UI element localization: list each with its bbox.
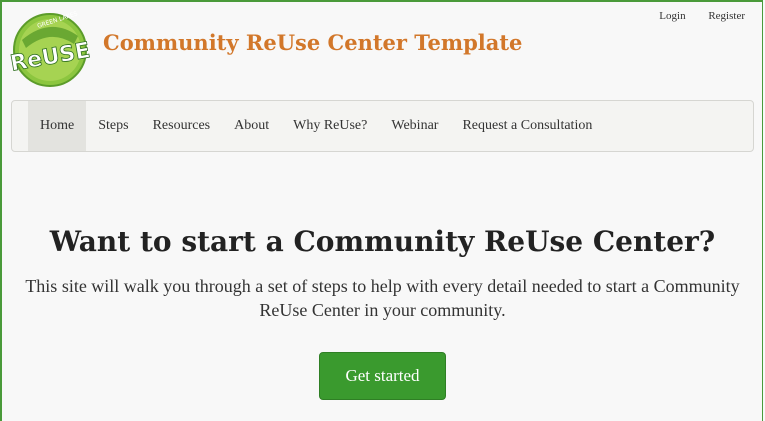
hero-description: This site will walk you through a set of… bbox=[25, 276, 740, 320]
get-started-button[interactable]: Get started bbox=[319, 352, 446, 400]
nav-item-steps[interactable]: Steps bbox=[86, 101, 140, 151]
login-link[interactable]: Login bbox=[659, 10, 685, 22]
register-link[interactable]: Register bbox=[708, 10, 745, 22]
site-header: GREEN LAKES ReUSE Community ReUse Center… bbox=[0, 0, 765, 95]
nav-item-why-reuse[interactable]: Why ReUse? bbox=[281, 101, 379, 151]
nav-item-resources[interactable]: Resources bbox=[141, 101, 223, 151]
utility-links: Login Register bbox=[639, 10, 745, 22]
nav-item-home[interactable]: Home bbox=[28, 101, 87, 151]
nav-item-request-consultation[interactable]: Request a Consultation bbox=[450, 101, 604, 151]
main-navbar: Home Steps Resources About Why ReUse? We… bbox=[11, 100, 754, 152]
site-title[interactable]: Community ReUse Center Template bbox=[103, 30, 522, 55]
nav-item-webinar[interactable]: Webinar bbox=[379, 101, 450, 151]
hero-section: Want to start a Community ReUse Center? … bbox=[0, 225, 765, 322]
hero-heading: Want to start a Community ReUse Center? bbox=[49, 225, 716, 258]
nav-item-about[interactable]: About bbox=[222, 101, 281, 151]
reuse-logo[interactable]: GREEN LAKES ReUSE bbox=[8, 6, 92, 90]
